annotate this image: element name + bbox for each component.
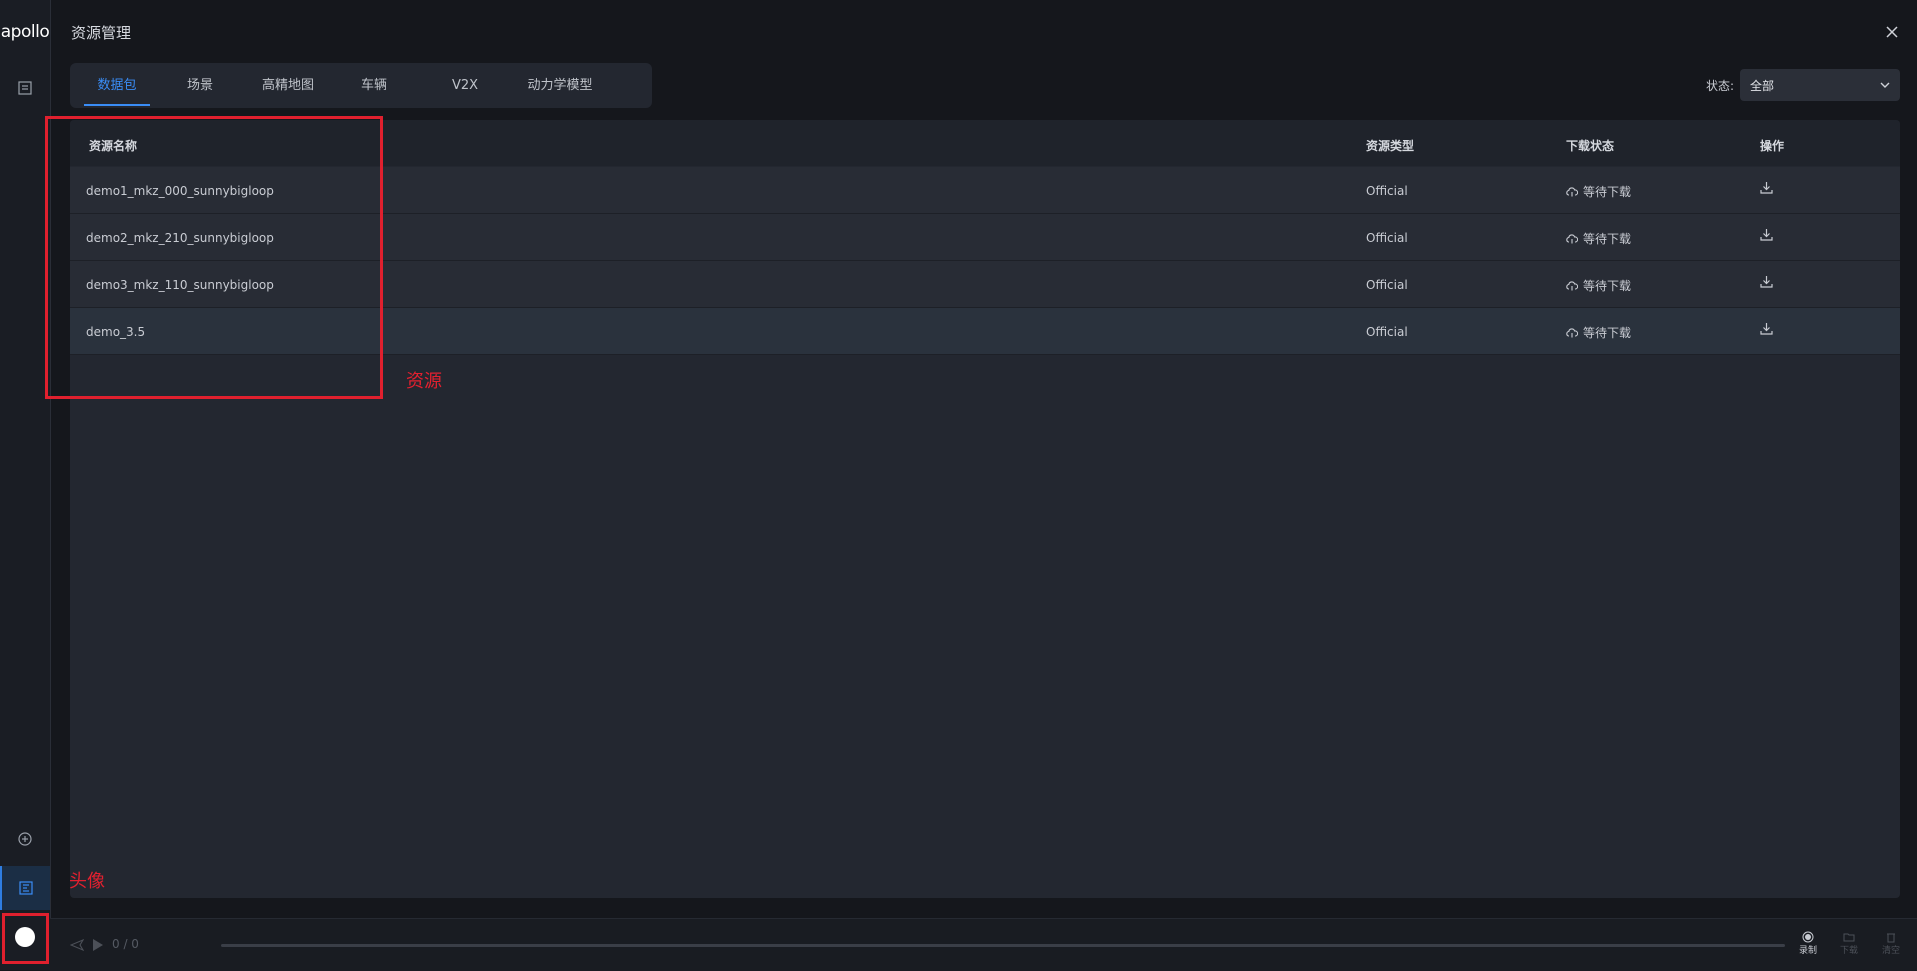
row-status: 等待下载: [1566, 324, 1631, 341]
sidebar-item-resource-manager[interactable]: [0, 866, 50, 910]
chevron-down-icon: [1880, 82, 1890, 88]
clear-label: 清空: [1881, 946, 1900, 956]
row-status: 等待下载: [1566, 277, 1631, 294]
download-button[interactable]: [1760, 228, 1773, 244]
download-button[interactable]: [1760, 181, 1773, 197]
resource-annotation-label: 资源: [406, 371, 442, 392]
table-header: 资源名称 资源类型 下载状态 操作: [70, 120, 1900, 166]
row-name: demo3_mkz_110_sunnybigloop: [86, 278, 274, 292]
cloud-download-icon: [1566, 280, 1578, 290]
download-icon: [1760, 229, 1773, 241]
download-label: 下载: [1839, 946, 1858, 956]
folder-download-icon: [1843, 933, 1855, 942]
record-icon: [1802, 931, 1814, 943]
sidebar: apollo: [0, 0, 51, 970]
row-name: demo1_mkz_000_sunnybigloop: [86, 184, 274, 198]
clear-button[interactable]: 清空: [1876, 931, 1906, 956]
status-filter-select[interactable]: 全部: [1740, 69, 1900, 101]
cloud-download-icon: [1566, 233, 1578, 243]
progress-slider[interactable]: [221, 944, 1785, 947]
row-name: demo2_mkz_210_sunnybigloop: [86, 231, 274, 245]
panel-layout-icon: [18, 81, 32, 95]
row-type: Official: [1366, 325, 1408, 339]
add-circle-icon: [18, 832, 32, 846]
record-label: 录制: [1798, 946, 1817, 956]
table-row: demo_3.5 Official 等待下载: [70, 308, 1900, 355]
tab-hd-map[interactable]: 高精地图: [258, 63, 318, 108]
frame-counter: 0 / 0: [112, 937, 139, 951]
header-status: 下载状态: [1566, 139, 1615, 153]
tab-v2x[interactable]: V2X: [447, 63, 483, 108]
table-row: demo2_mkz_210_sunnybigloop Official 等待下载: [70, 214, 1900, 261]
cloud-download-icon: [1566, 327, 1578, 337]
download-button[interactable]: [1760, 275, 1773, 291]
avatar-annotation-label: 头像: [69, 871, 105, 892]
record-button[interactable]: 录制: [1793, 931, 1823, 956]
row-status-text: 等待下载: [1583, 279, 1632, 293]
tab-dynamic-model[interactable]: 动力学模型: [525, 63, 595, 108]
download-button[interactable]: [1760, 322, 1773, 338]
download-record-button[interactable]: 下载: [1834, 931, 1864, 956]
player-bar: 0 / 0 录制 下载 清空: [50, 918, 1917, 971]
header-type: 资源类型: [1366, 139, 1415, 153]
header-name: 资源名称: [89, 139, 138, 153]
sidebar-item-panel[interactable]: [13, 76, 37, 100]
tab-vehicles[interactable]: 车辆: [354, 63, 394, 108]
tab-scenarios[interactable]: 场景: [180, 63, 220, 108]
row-type: Official: [1366, 184, 1408, 198]
download-icon: [1760, 276, 1773, 288]
sidebar-item-add[interactable]: [13, 827, 37, 851]
download-icon: [1760, 323, 1773, 335]
row-status: 等待下载: [1566, 183, 1631, 200]
row-type: Official: [1366, 231, 1408, 245]
status-filter-label: 状态:: [1706, 79, 1735, 93]
tab-records[interactable]: 数据包: [84, 63, 150, 108]
cloud-download-icon: [1566, 186, 1578, 196]
row-name: demo_3.5: [86, 325, 146, 339]
header-operation: 操作: [1760, 139, 1785, 153]
play-icon[interactable]: [92, 938, 104, 952]
row-status: 等待下载: [1566, 230, 1631, 247]
avatar[interactable]: [15, 927, 35, 947]
download-icon: [1760, 182, 1773, 194]
trash-icon: [1887, 933, 1895, 943]
resource-table: 资源名称 资源类型 下载状态 操作 demo1_mkz_000_sunnybig…: [70, 120, 1900, 898]
resource-tabs: 数据包 场景 高精地图 车辆 V2X 动力学模型: [70, 63, 652, 108]
row-type: Official: [1366, 278, 1408, 292]
table-row: demo1_mkz_000_sunnybigloop Official 等待下载: [70, 167, 1900, 214]
page-title: 资源管理: [71, 24, 132, 42]
status-filter-value: 全部: [1750, 78, 1775, 93]
send-icon[interactable]: [70, 939, 84, 951]
row-status-text: 等待下载: [1583, 232, 1632, 246]
close-icon: [1886, 26, 1898, 38]
row-status-text: 等待下载: [1583, 185, 1632, 199]
resource-manager-icon: [19, 881, 33, 895]
row-status-text: 等待下载: [1583, 326, 1632, 340]
close-button[interactable]: [1880, 20, 1904, 44]
table-row: demo3_mkz_110_sunnybigloop Official 等待下载: [70, 261, 1900, 308]
apollo-logo: apollo: [0, 22, 50, 42]
